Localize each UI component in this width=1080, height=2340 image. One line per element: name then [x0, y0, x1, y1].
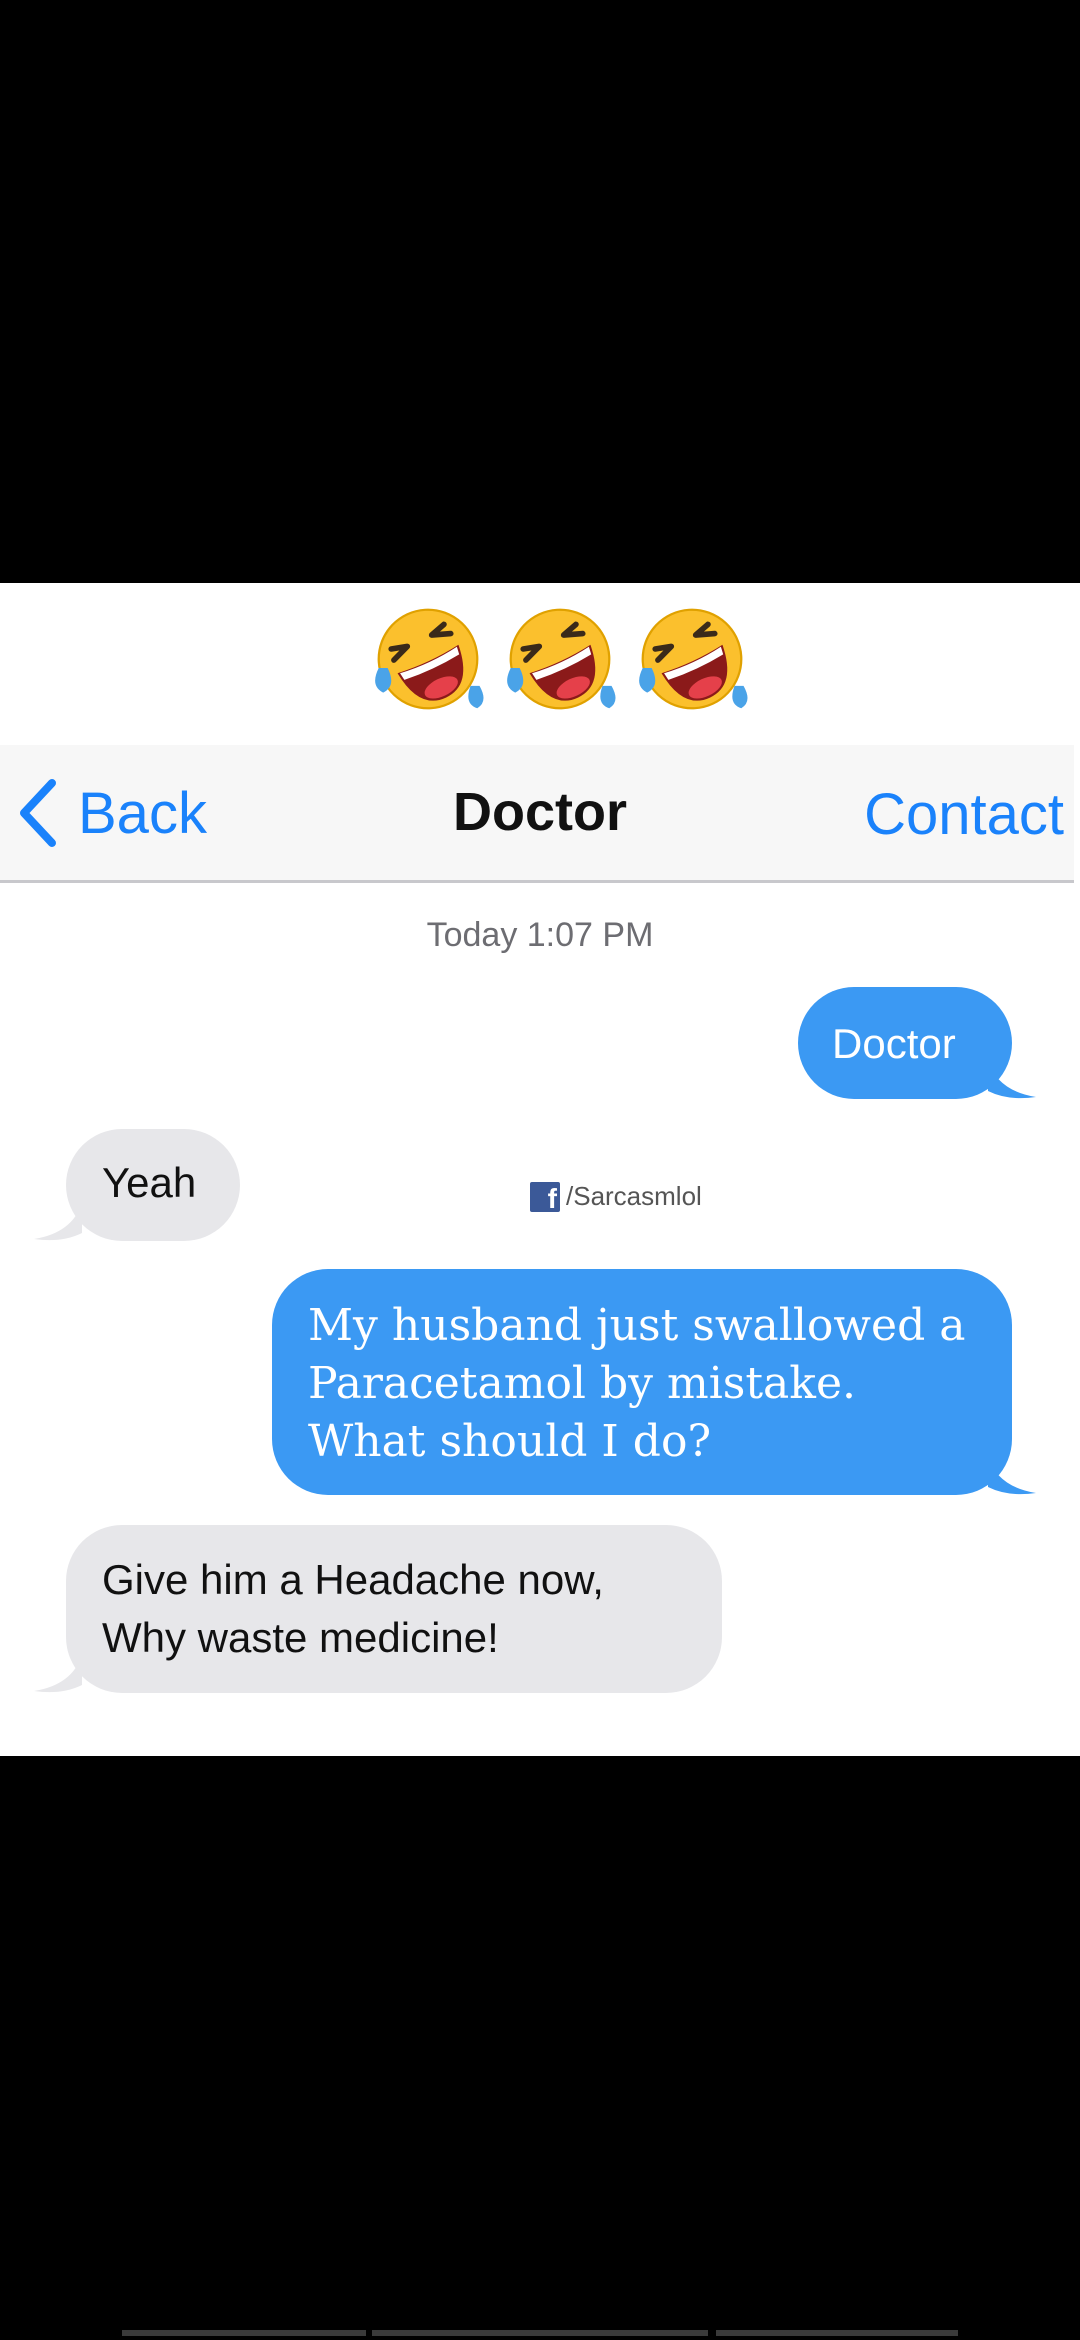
indicator-segment: [372, 2330, 708, 2336]
message-timestamp: Today 1:07 PM: [426, 916, 654, 954]
navigation-bar: Back Doctor Contact: [0, 745, 1074, 883]
indicator-segment: [122, 2330, 366, 2336]
meme-screenshot: Back Doctor Contact Today 1:07 PM Doctor…: [0, 583, 1080, 1756]
facebook-icon: f: [530, 1181, 560, 1212]
laughing-emoji-icon: [372, 603, 484, 715]
bottom-indicator: [0, 2330, 1080, 2340]
incoming-message: Give him a Headache now, Why waste medic…: [66, 1525, 722, 1693]
outgoing-message: Doctor: [798, 987, 1012, 1099]
watermark: f /Sarcasmlol: [530, 1181, 702, 1212]
screen: Back Doctor Contact Today 1:07 PM Doctor…: [0, 0, 1080, 2340]
emoji-row: [0, 583, 1080, 745]
incoming-message: Yeah: [66, 1129, 240, 1241]
watermark-text: /Sarcasmlol: [566, 1181, 702, 1211]
contact-button[interactable]: Contact: [864, 781, 1064, 848]
outgoing-message: My husband just swallowed a Paracetamol …: [272, 1269, 1012, 1495]
laughing-emoji-icon: [636, 603, 748, 715]
laughing-emoji-icon: [504, 603, 616, 715]
indicator-segment: [716, 2330, 958, 2336]
